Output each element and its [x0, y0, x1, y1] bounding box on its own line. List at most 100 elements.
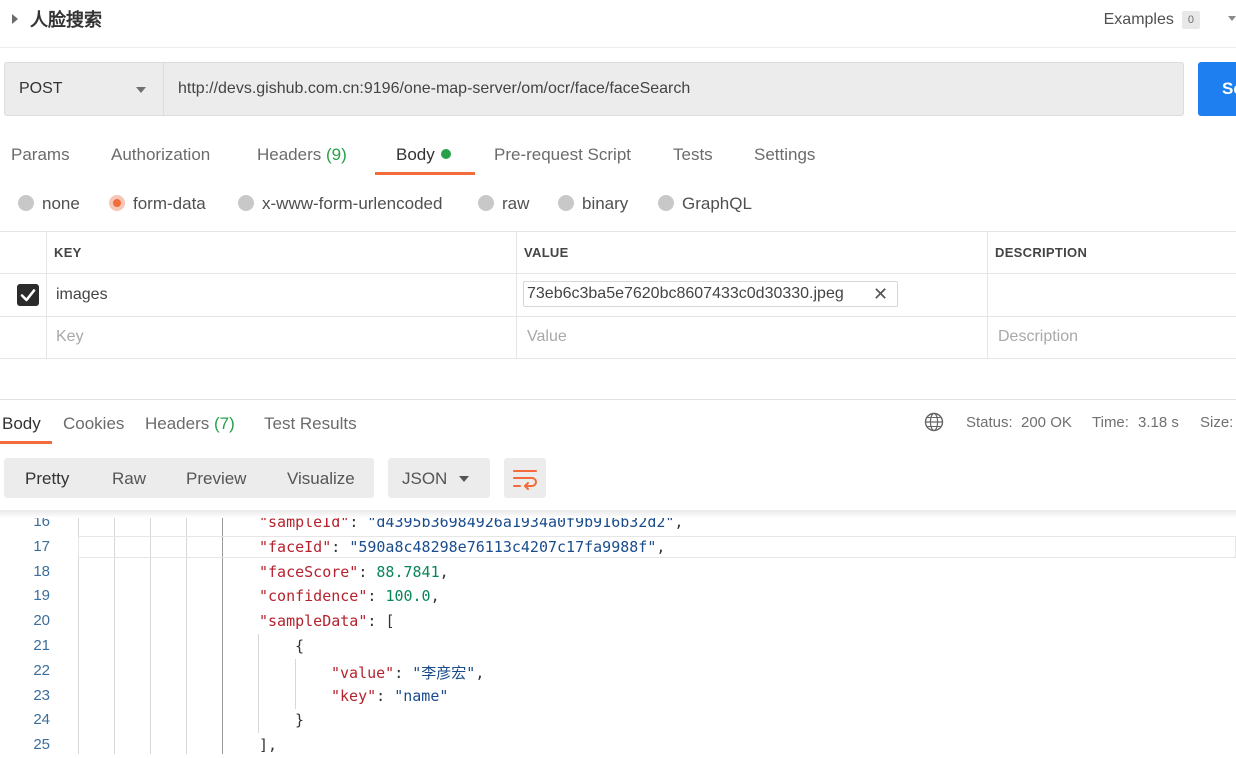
line-number: 17	[33, 537, 50, 555]
radio-urlencoded[interactable]	[238, 195, 254, 211]
json-string: "590a8c48298e76113c4207c17fa9988f"	[349, 537, 657, 556]
json-key: "value"	[331, 663, 395, 682]
examples-dropdown-icon[interactable]	[1228, 16, 1236, 21]
radio-binary-label[interactable]: binary	[582, 193, 628, 215]
code-line: 17 "faceId": "590a8c48298e76113c4207c17f…	[0, 535, 1236, 560]
response-tab-test-results[interactable]: Test Results	[264, 413, 357, 435]
line-number: 23	[33, 686, 50, 704]
line-number: 25	[33, 736, 50, 754]
radio-binary[interactable]	[558, 195, 574, 211]
wrap-lines-icon	[513, 470, 537, 490]
json-bracket: [	[385, 612, 395, 631]
status-label: Status:	[966, 414, 1013, 431]
table-border-top	[0, 231, 1236, 232]
line-number: 19	[33, 587, 50, 605]
json-number: 100.0	[385, 587, 431, 606]
radio-raw[interactable]	[478, 195, 494, 211]
code-line: 23 "key": "name"	[0, 684, 1236, 709]
response-tab-cookies[interactable]: Cookies	[63, 413, 124, 435]
line-number: 22	[33, 661, 50, 679]
time-value[interactable]: 3.18 s	[1138, 414, 1179, 432]
examples-count-badge: 0	[1181, 11, 1200, 29]
table-border-bottom	[0, 358, 1236, 359]
collapse-caret-icon[interactable]	[12, 14, 18, 24]
code-line: 22 "value": "李彦宏",	[0, 659, 1236, 684]
close-icon[interactable]: ✕	[873, 284, 888, 304]
tab-headers-label: Headers	[257, 145, 322, 164]
new-key-input[interactable]: Key	[56, 327, 84, 347]
code-line: 24 }	[0, 708, 1236, 733]
view-pretty-button[interactable]: Pretty	[25, 469, 69, 489]
column-header-description: DESCRIPTION	[995, 245, 1088, 260]
json-bracket: ],	[259, 736, 278, 755]
table-col-divider	[987, 231, 988, 359]
code-line: 18 "faceScore": 88.7841,	[0, 560, 1236, 585]
active-tab-indicator	[375, 172, 475, 175]
row-enabled-checkbox[interactable]	[17, 284, 39, 306]
column-header-value: VALUE	[524, 245, 569, 260]
response-tab-body[interactable]: Body	[2, 413, 41, 435]
line-number: 24	[33, 711, 50, 729]
json-key: "confidence"	[259, 587, 368, 606]
file-name: 73eb6c3ba5e7620bc8607433c0d30330.jpeg	[527, 285, 844, 302]
view-preview-button[interactable]: Preview	[186, 469, 246, 489]
json-string: "李彦宏"	[412, 663, 476, 682]
response-tab-headers-label: Headers	[145, 414, 210, 433]
code-line: 19 "confidence": 100.0,	[0, 584, 1236, 609]
examples-label: Examples	[1103, 11, 1174, 28]
globe-icon[interactable]	[924, 412, 944, 432]
size-label: Size:	[1200, 414, 1234, 431]
column-header-key: KEY	[54, 245, 82, 260]
tab-tests[interactable]: Tests	[673, 144, 713, 166]
tab-settings[interactable]: Settings	[754, 144, 815, 166]
chevron-down-icon	[136, 87, 146, 93]
code-line: 21 {	[0, 634, 1236, 659]
json-brace: }	[295, 711, 305, 730]
radio-none[interactable]	[18, 195, 34, 211]
json-key: "faceScore"	[259, 562, 359, 581]
radio-graphql[interactable]	[658, 195, 674, 211]
tab-headers-count: (9)	[326, 145, 347, 164]
param-key[interactable]: images	[56, 285, 108, 305]
code-line: 25 ],	[0, 733, 1236, 758]
tab-pre-request-script[interactable]: Pre-request Script	[494, 144, 631, 166]
radio-graphql-label[interactable]: GraphQL	[682, 193, 752, 215]
radio-raw-label[interactable]: raw	[502, 193, 529, 215]
line-number: 21	[33, 637, 50, 654]
new-description-input[interactable]: Description	[998, 327, 1078, 347]
send-button[interactable]: Se	[1198, 62, 1236, 116]
line-number: 18	[33, 562, 50, 580]
tab-body-label: Body	[396, 145, 435, 164]
radio-none-label[interactable]: none	[42, 193, 80, 215]
request-title[interactable]: 人脸搜索	[30, 8, 102, 32]
radio-form-data-label[interactable]: form-data	[133, 193, 206, 215]
examples-button[interactable]: Examples 0	[1104, 9, 1200, 31]
view-raw-button[interactable]: Raw	[112, 469, 146, 489]
view-visualize-button[interactable]: Visualize	[287, 469, 355, 489]
table-header-divider	[0, 273, 1236, 274]
response-tab-headers[interactable]: Headers (7)	[145, 413, 235, 435]
code-line: 20 "sampleData": [	[0, 609, 1236, 634]
wrap-lines-button[interactable]	[504, 458, 546, 498]
json-number: 88.7841	[376, 562, 440, 581]
json-string: "name"	[394, 686, 449, 705]
title-divider	[0, 47, 1236, 48]
radio-form-data[interactable]	[109, 195, 125, 211]
line-number: 20	[33, 612, 50, 630]
tab-headers[interactable]: Headers (9)	[257, 144, 347, 166]
new-value-input[interactable]: Value	[527, 327, 567, 347]
tab-body[interactable]: Body	[396, 144, 451, 166]
json-brace: {	[295, 637, 305, 655]
response-tab-headers-count: (7)	[214, 414, 235, 433]
checkmark-icon	[20, 289, 36, 302]
status-value[interactable]: 200 OK	[1021, 414, 1072, 432]
table-col-divider	[516, 231, 517, 359]
response-code-viewer[interactable]: 16 "sampleId": "d4395b36984926a1934a0f9b…	[0, 510, 1236, 754]
tab-params[interactable]: Params	[11, 144, 70, 166]
tab-authorization[interactable]: Authorization	[111, 144, 210, 166]
url-text: http://devs.gishub.com.cn:9196/one-map-s…	[178, 80, 691, 97]
chevron-down-icon	[459, 476, 469, 482]
time-label: Time:	[1092, 414, 1129, 431]
radio-urlencoded-label[interactable]: x-www-form-urlencoded	[262, 193, 442, 215]
body-modified-dot-icon	[440, 149, 451, 159]
